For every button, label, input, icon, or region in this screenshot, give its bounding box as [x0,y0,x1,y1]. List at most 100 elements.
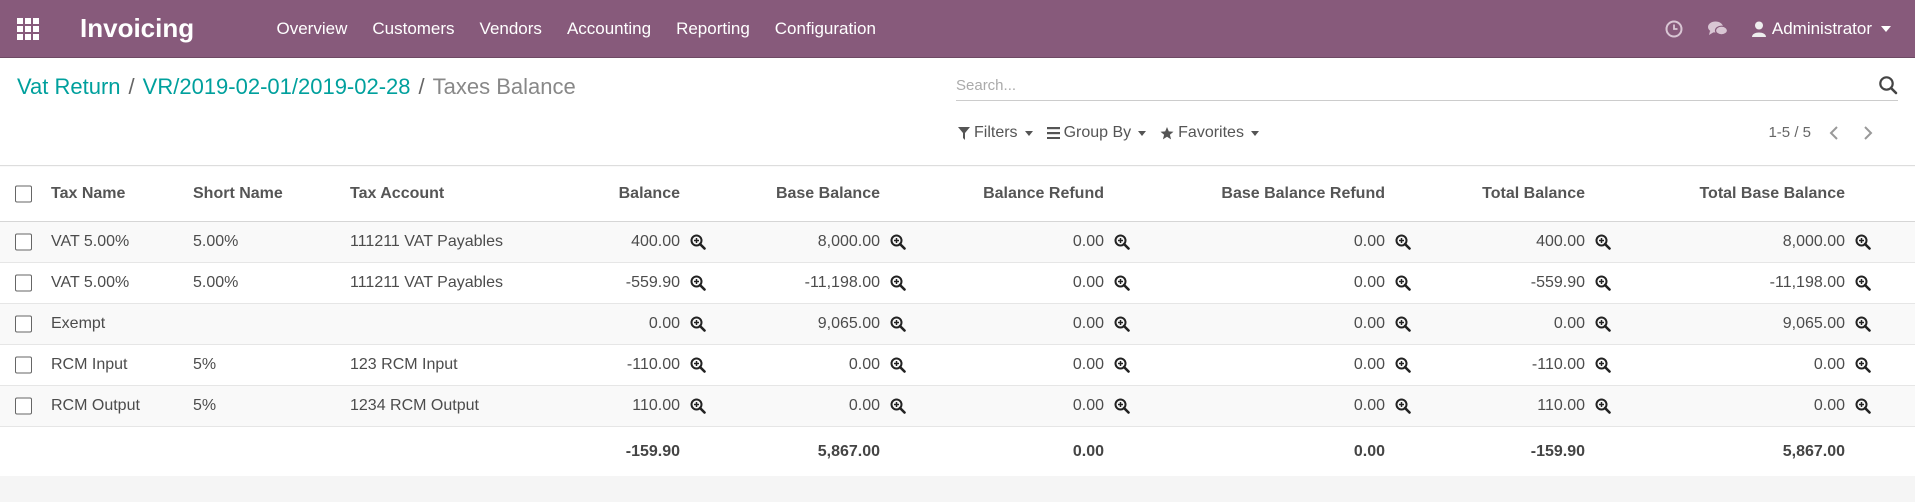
cell-tax-name: Exempt [51,315,106,332]
menu-vendors[interactable]: Vendors [467,0,554,58]
top-navbar: Invoicing Overview Customers Vendors Acc… [0,0,1915,58]
pager-value[interactable]: 1-5 / 5 [1768,124,1811,141]
zoom-in-icon[interactable] [1114,275,1130,291]
cell-base-balance-refund: 0.00 [1353,356,1385,373]
zoom-in-icon[interactable] [1855,234,1871,250]
cell-total-balance: 110.00 [1537,397,1585,414]
zoom-in-icon[interactable] [890,398,906,414]
chevron-down-icon [1138,130,1147,136]
zoom-in-icon[interactable] [1855,398,1871,414]
column-base-balance[interactable]: Base Balance [776,167,880,221]
zoom-in-icon[interactable] [1595,357,1611,373]
zoom-in-icon[interactable] [890,357,906,373]
row-checkbox[interactable] [15,315,32,333]
zoom-in-icon[interactable] [1855,275,1871,291]
zoom-in-icon[interactable] [890,316,906,332]
column-balance[interactable]: Balance [619,167,680,221]
filter-icon [958,126,970,140]
chevron-left-icon[interactable] [1817,125,1851,140]
table-row[interactable]: RCM Output 5% 1234 RCM Output 110.00 0.00 0.0… [0,386,1915,427]
column-total-base-balance[interactable]: Total Base Balance [1699,167,1845,221]
group-by-button[interactable]: Group By [1046,124,1147,142]
cell-balance-refund: 0.00 [1072,315,1104,332]
chat-icon[interactable] [1696,20,1740,38]
zoom-in-icon[interactable] [1395,398,1411,414]
search-options: Filters Group By Favorites [958,124,1273,142]
column-total-balance[interactable]: Total Balance [1482,167,1585,221]
total-base-balance-refund-sum: 0.00 [1353,443,1385,460]
search-input[interactable] [956,71,1898,99]
favorites-button[interactable]: Favorites [1160,124,1259,142]
zoom-in-icon[interactable] [690,357,706,373]
cell-short-name: 5% [193,356,217,373]
zoom-in-icon[interactable] [1595,275,1611,291]
cell-base-balance-refund: 0.00 [1353,315,1385,332]
user-menu[interactable]: Administrator [1740,19,1915,39]
breadcrumb-separator: / [128,74,135,99]
chevron-right-icon[interactable] [1851,125,1885,140]
table-row[interactable]: VAT 5.00% 5.00% 111211 VAT Payables 400.00 8… [0,222,1915,263]
select-all-checkbox[interactable] [15,185,32,203]
menu-overview[interactable]: Overview [264,0,360,58]
menu-accounting[interactable]: Accounting [554,0,663,58]
zoom-in-icon[interactable] [890,275,906,291]
menu-configuration[interactable]: Configuration [762,0,888,58]
total-balance-refund-sum: 0.00 [1072,443,1104,460]
zoom-in-icon[interactable] [690,234,706,250]
list-icon [1046,127,1060,139]
zoom-in-icon[interactable] [1395,316,1411,332]
zoom-in-icon[interactable] [1114,234,1130,250]
search-icon[interactable] [1878,75,1898,100]
row-checkbox[interactable] [15,356,32,374]
cell-total-balance: -110.00 [1531,356,1585,373]
zoom-in-icon[interactable] [1395,357,1411,373]
column-base-balance-refund[interactable]: Base Balance Refund [1221,167,1385,221]
total-total-base-balance-sum: 5,867.00 [1782,443,1845,460]
zoom-in-icon[interactable] [1855,316,1871,332]
table-row[interactable]: RCM Input 5% 123 RCM Input -110.00 0.00 0.00 0… [0,345,1915,386]
cell-total-balance: 0.00 [1553,315,1585,332]
table-row[interactable]: Exempt 0.00 9,065.00 0.00 0.00 0.00 9,065.00 [0,304,1915,345]
cell-total-balance: 400.00 [1536,233,1585,250]
zoom-in-icon[interactable] [1114,398,1130,414]
zoom-in-icon[interactable] [1595,398,1611,414]
user-icon [1751,21,1766,37]
cell-tax-name: VAT 5.00% [51,274,130,291]
row-checkbox[interactable] [15,397,32,415]
zoom-in-icon[interactable] [1595,316,1611,332]
row-checkbox[interactable] [15,233,32,251]
chevron-down-icon [1881,26,1891,32]
breadcrumb-vat-return[interactable]: Vat Return [17,74,121,100]
cell-balance: 0.00 [648,315,680,332]
zoom-in-icon[interactable] [1114,316,1130,332]
zoom-in-icon[interactable] [690,398,706,414]
cell-tax-name: RCM Input [51,356,128,373]
column-balance-refund[interactable]: Balance Refund [983,167,1104,221]
zoom-in-icon[interactable] [1855,357,1871,373]
zoom-in-icon[interactable] [690,275,706,291]
search-bar [956,71,1898,101]
column-tax-name[interactable]: Tax Name [51,167,125,221]
menu-reporting[interactable]: Reporting [664,0,763,58]
table-row[interactable]: VAT 5.00% 5.00% 111211 VAT Payables -559.90… [0,263,1915,304]
zoom-in-icon[interactable] [690,316,706,332]
zoom-in-icon[interactable] [1114,357,1130,373]
row-checkbox[interactable] [15,274,32,292]
grid-icon[interactable] [0,0,56,58]
cell-total-base-balance: 0.00 [1813,356,1845,373]
table-footer-totals: -159.90 5,867.00 0.00 0.00 -159.90 5,867… [0,427,1915,477]
zoom-in-icon[interactable] [1395,275,1411,291]
zoom-in-icon[interactable] [1395,234,1411,250]
column-tax-account[interactable]: Tax Account [350,167,444,221]
menu-customers[interactable]: Customers [360,0,467,58]
zoom-in-icon[interactable] [890,234,906,250]
clock-icon[interactable] [1652,20,1696,38]
favorites-label: Favorites [1178,124,1244,141]
app-name: Invoicing [80,13,195,43]
column-short-name[interactable]: Short Name [193,167,283,221]
breadcrumb: Vat Return / VR/2019-02-01/2019-02-28 / … [17,74,576,100]
filters-button[interactable]: Filters [958,124,1033,142]
breadcrumb-vat-record[interactable]: VR/2019-02-01/2019-02-28 [143,74,411,100]
cell-total-base-balance: 9,065.00 [1782,315,1845,332]
zoom-in-icon[interactable] [1595,234,1611,250]
